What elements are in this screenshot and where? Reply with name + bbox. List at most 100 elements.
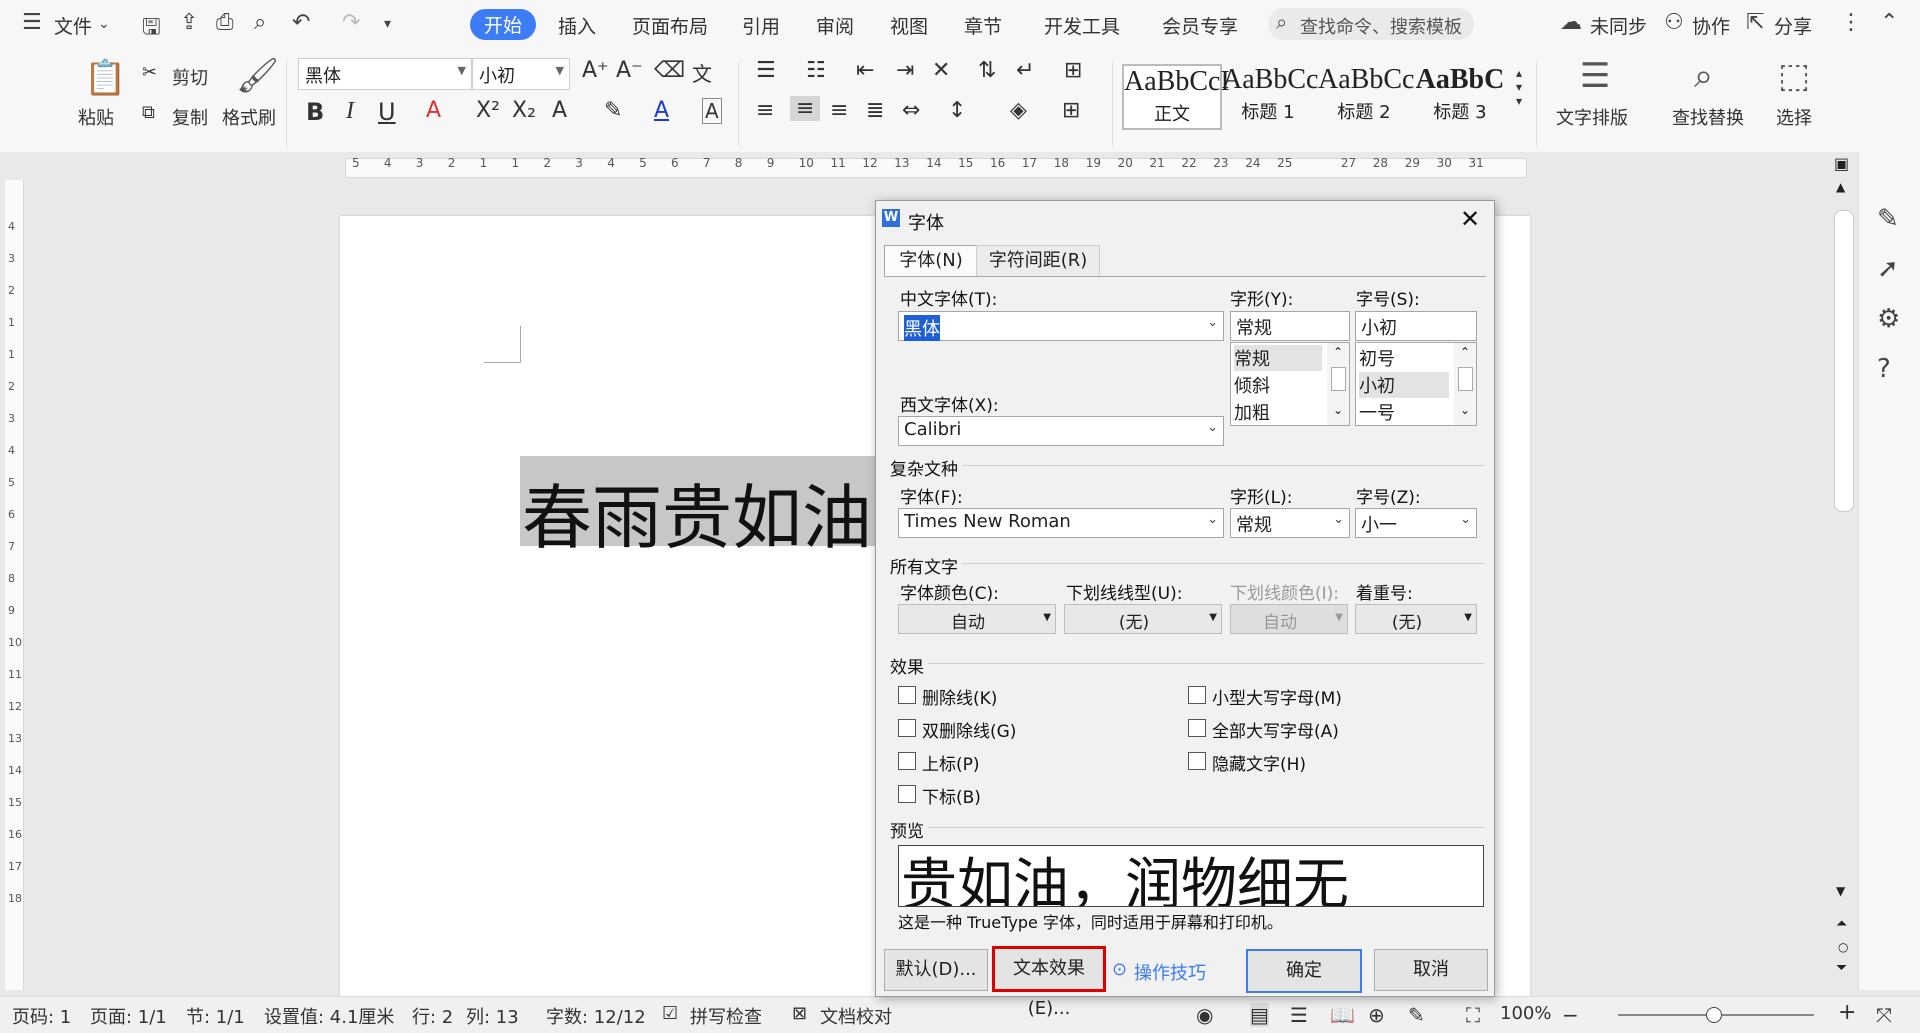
format-painter-button[interactable]: 格式刷 — [222, 104, 276, 130]
size-list[interactable]: 初号 小初 一号 ⌃ ⌄ — [1355, 342, 1477, 426]
print-icon[interactable]: ⎙ — [216, 10, 234, 35]
proofread-button[interactable]: 文档校对 — [820, 1003, 892, 1029]
horizontal-ruler[interactable]: 5 4 3 2 1 1 2 3 4 5 6 7 8 9 10 11 12 13 14 15 16 17 18 19 20 21 22… — [0, 152, 1920, 180]
underline-style-select[interactable]: (无) ▼ — [1064, 604, 1222, 634]
line-spacing-icon[interactable]: ↕ — [948, 98, 966, 123]
hidden-text-label[interactable]: 隐藏文字(H) — [1212, 750, 1306, 775]
distribute-icon[interactable]: ⇔ — [902, 98, 920, 123]
complex-style-select[interactable]: 常规 ⌄ — [1230, 508, 1350, 538]
style-heading-2[interactable]: AaBbCc 标题 2 — [1318, 64, 1414, 126]
align-right-icon[interactable]: ≡ — [830, 98, 848, 123]
status-word-count[interactable]: 字数: 12/12 — [546, 1003, 646, 1029]
browse-object-icon[interactable]: ○ — [1838, 940, 1848, 954]
format-painter-icon[interactable]: 🖌 — [236, 56, 279, 96]
emphasis-select[interactable]: (无) ▼ — [1355, 604, 1477, 634]
copy-icon[interactable]: ⧉ — [142, 102, 155, 123]
small-caps-label[interactable]: 小型大写字母(M) — [1212, 684, 1342, 709]
bold-icon[interactable]: B — [306, 98, 324, 126]
document-text[interactable]: 春雨贵如油 — [522, 462, 872, 563]
export-icon[interactable]: ⇪ — [180, 10, 198, 35]
strikethrough-checkbox[interactable] — [898, 686, 916, 704]
bullet-list-icon[interactable]: ☰ — [756, 58, 776, 83]
scrollbar-thumb[interactable] — [1458, 367, 1473, 391]
scroll-up-icon[interactable]: ▲ — [1836, 180, 1845, 194]
clear-format-icon[interactable]: ⌫ — [654, 58, 685, 83]
scroll-down-icon[interactable]: ▼ — [1836, 884, 1845, 898]
tab-font[interactable]: 字体(N) — [884, 245, 978, 276]
style-list[interactable]: 常规 倾斜 加粗 ⌃ ⌄ — [1230, 342, 1350, 426]
list-item[interactable]: 常规 — [1234, 345, 1322, 371]
double-strikethrough-checkbox[interactable] — [898, 719, 916, 737]
status-section[interactable]: 节: 1/1 — [186, 1003, 245, 1029]
text-layout-button[interactable]: 文字排版 — [1556, 104, 1628, 130]
complex-font-select[interactable]: Times New Roman ⌄ — [898, 508, 1224, 538]
border-icon[interactable]: ⊞ — [1062, 98, 1080, 123]
tips-link[interactable]: 操作技巧 — [1134, 959, 1206, 985]
ok-button[interactable]: 确定 — [1246, 949, 1362, 993]
zoom-in-icon[interactable]: + — [1838, 1000, 1856, 1025]
collaborate-button[interactable]: 协作 — [1692, 12, 1730, 39]
more-icon[interactable]: ⋮ — [1840, 10, 1862, 35]
chevron-down-icon[interactable]: ⌄ — [98, 16, 110, 32]
undo-icon[interactable]: ↶ — [292, 10, 310, 35]
tab-references[interactable]: 引用 — [742, 12, 780, 39]
status-row[interactable]: 行: 2 — [412, 1003, 453, 1029]
collapse-ribbon-icon[interactable]: ⌃ — [1880, 10, 1898, 35]
all-caps-label[interactable]: 全部大写字母(A) — [1212, 717, 1339, 742]
fullscreen-icon[interactable]: ⤧ — [1876, 1003, 1892, 1027]
superscript-icon[interactable]: X² — [476, 98, 500, 123]
chinese-layout-icon[interactable]: ✕ — [932, 58, 950, 83]
strikethrough-label[interactable]: 删除线(K) — [922, 684, 997, 709]
paste-icon[interactable]: 📋 — [84, 58, 126, 98]
scrollbar-thumb[interactable] — [1331, 367, 1346, 391]
prev-page-icon[interactable]: ⏶ — [1836, 916, 1847, 932]
redo-icon[interactable]: ↷ — [342, 10, 360, 35]
zoom-slider-handle[interactable] — [1706, 1007, 1722, 1023]
text-highlight-icon[interactable]: A — [426, 98, 441, 123]
zoom-out-icon[interactable]: − — [1562, 1003, 1579, 1027]
list-item[interactable]: 倾斜 — [1234, 372, 1270, 398]
share-button[interactable]: 分享 — [1774, 12, 1812, 39]
all-caps-checkbox[interactable] — [1188, 719, 1206, 737]
superscript-label[interactable]: 上标(P) — [922, 750, 980, 775]
find-replace-button[interactable]: 查找替换 — [1672, 104, 1744, 130]
zoom-level[interactable]: 100% — [1500, 1003, 1551, 1024]
customize-icon[interactable]: ▾ — [384, 16, 391, 32]
outline-view-icon[interactable]: ☰ — [1290, 1003, 1308, 1027]
tab-member[interactable]: 会员专享 — [1162, 12, 1238, 39]
list-scrollbar[interactable]: ⌃ ⌄ — [1454, 343, 1476, 425]
sort-icon[interactable]: ⇅ — [978, 58, 996, 83]
tab-view[interactable]: 视图 — [890, 12, 928, 39]
style-normal[interactable]: AaBbCcI 正文 — [1122, 64, 1230, 130]
chevron-down-icon[interactable]: ⌄ — [1460, 403, 1470, 417]
tab-chapter[interactable]: 章节 — [964, 12, 1002, 39]
pen-icon[interactable]: ✎ — [1877, 204, 1899, 234]
decrease-indent-icon[interactable]: ⇤ — [856, 58, 874, 83]
shrink-font-icon[interactable]: A⁻ — [616, 58, 643, 83]
cut-button[interactable]: 剪切 — [172, 64, 208, 90]
justify-icon[interactable]: ≣ — [866, 98, 884, 123]
style-input[interactable]: 常规 — [1230, 311, 1350, 341]
tab-home[interactable]: 开始 — [470, 9, 537, 40]
underline-icon[interactable]: U — [378, 98, 396, 126]
subscript-label[interactable]: 下标(B) — [922, 783, 981, 808]
font-color-icon[interactable]: A — [654, 98, 669, 123]
small-caps-checkbox[interactable] — [1188, 686, 1206, 704]
list-scrollbar[interactable]: ⌃ ⌄ — [1327, 343, 1349, 425]
status-setting[interactable]: 设置值: 4.1厘米 — [264, 1003, 394, 1029]
status-page-code[interactable]: 页码: 1 — [12, 1003, 71, 1029]
subscript-icon[interactable]: X₂ — [512, 98, 536, 123]
phonetic-icon[interactable]: 文 — [692, 58, 712, 87]
double-strikethrough-label[interactable]: 双删除线(G) — [922, 717, 1016, 742]
font-name-select[interactable]: 黑体 ▼ — [298, 58, 472, 90]
status-col[interactable]: 列: 13 — [466, 1003, 519, 1029]
style-heading-1[interactable]: AaBbCc 标题 1 — [1222, 64, 1318, 126]
list-item[interactable]: 小初 — [1359, 372, 1449, 398]
help-icon[interactable]: ? — [1877, 354, 1891, 384]
reading-view-icon[interactable]: 📖 — [1330, 1003, 1355, 1027]
cn-font-select[interactable]: 黑体 ⌄ — [898, 311, 1224, 341]
complex-size-select[interactable]: 小一 ⌄ — [1355, 508, 1477, 538]
select-button[interactable]: 选择 — [1776, 104, 1812, 130]
chevron-up-icon[interactable]: ⌃ — [1460, 345, 1470, 359]
eye-protect-icon[interactable]: ◉ — [1196, 1003, 1213, 1027]
